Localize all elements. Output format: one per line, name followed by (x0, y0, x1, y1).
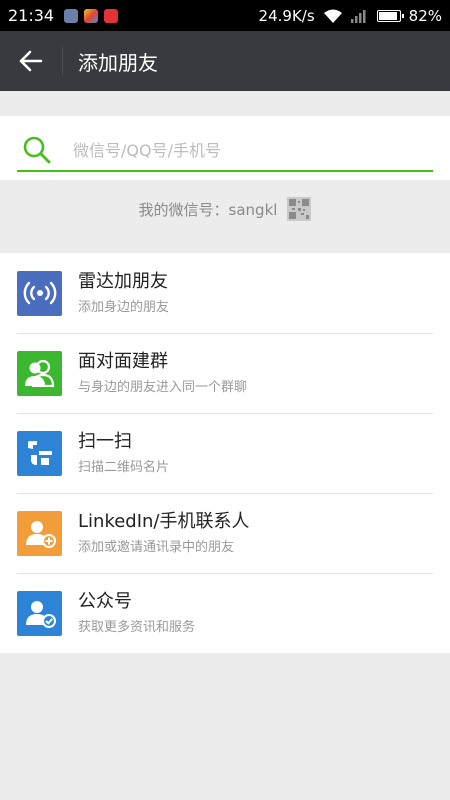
qr-code-icon[interactable] (287, 197, 312, 221)
contact-add-icon (17, 510, 62, 556)
search-panel (0, 116, 450, 180)
face-to-face-group-item[interactable]: 面对面建群 与身边的朋友进入同一个群聊 (0, 333, 450, 413)
battery-fill (378, 11, 397, 20)
item-subtitle: 与身边的朋友进入同一个群聊 (78, 379, 248, 395)
group-icon (17, 350, 62, 396)
search-row (17, 130, 433, 172)
back-arrow-icon (19, 50, 43, 72)
scan-icon (17, 430, 62, 476)
status-bar: 21:34 24.9K/s 82% (0, 0, 450, 31)
phone-contacts-item[interactable]: LinkedIn/手机联系人 添加或邀请通讯录中的朋友 (0, 493, 450, 573)
app-icon-gallery (64, 8, 79, 23)
search-icon (17, 132, 57, 168)
item-title: 扫一扫 (78, 430, 132, 452)
add-friend-options: 雷达加朋友 添加身边的朋友 面对面建群 与身边的朋友进入同一个群聊 扫一扫 扫描… (0, 253, 450, 653)
signal-icon (350, 9, 366, 23)
item-subtitle: 添加或邀请通讯录中的朋友 (78, 539, 235, 555)
radar-add-friend-item[interactable]: 雷达加朋友 添加身边的朋友 (0, 253, 450, 333)
item-title: 雷达加朋友 (78, 270, 168, 292)
my-wechat-id-label: 我的微信号：sangkl (138, 200, 278, 219)
item-subtitle: 扫描二维码名片 (78, 459, 170, 475)
back-button[interactable] (0, 31, 62, 91)
item-title: LinkedIn/手机联系人 (78, 510, 250, 532)
title-divider (62, 47, 63, 75)
battery-icon (376, 9, 404, 22)
item-subtitle: 添加身边的朋友 (78, 299, 170, 315)
scan-item[interactable]: 扫一扫 扫描二维码名片 (0, 413, 450, 493)
app-icon-red (104, 8, 119, 23)
official-accounts-item[interactable]: 公众号 获取更多资讯和服务 (0, 573, 450, 653)
official-account-icon (17, 590, 62, 636)
radar-icon (17, 270, 62, 316)
search-input[interactable] (57, 140, 433, 160)
wifi-icon (323, 9, 342, 23)
app-icon-paint (84, 8, 99, 23)
battery-percent: 82% (408, 6, 442, 25)
my-wechat-id[interactable]: 我的微信号：sangkl (0, 193, 450, 225)
title-bar: 添加朋友 (0, 31, 450, 91)
item-title: 公众号 (78, 590, 132, 612)
item-title: 面对面建群 (78, 350, 168, 372)
status-time: 21:34 (8, 6, 55, 25)
item-subtitle: 获取更多资讯和服务 (78, 619, 196, 635)
network-speed: 24.9K/s (258, 6, 315, 25)
page-title: 添加朋友 (78, 50, 158, 75)
